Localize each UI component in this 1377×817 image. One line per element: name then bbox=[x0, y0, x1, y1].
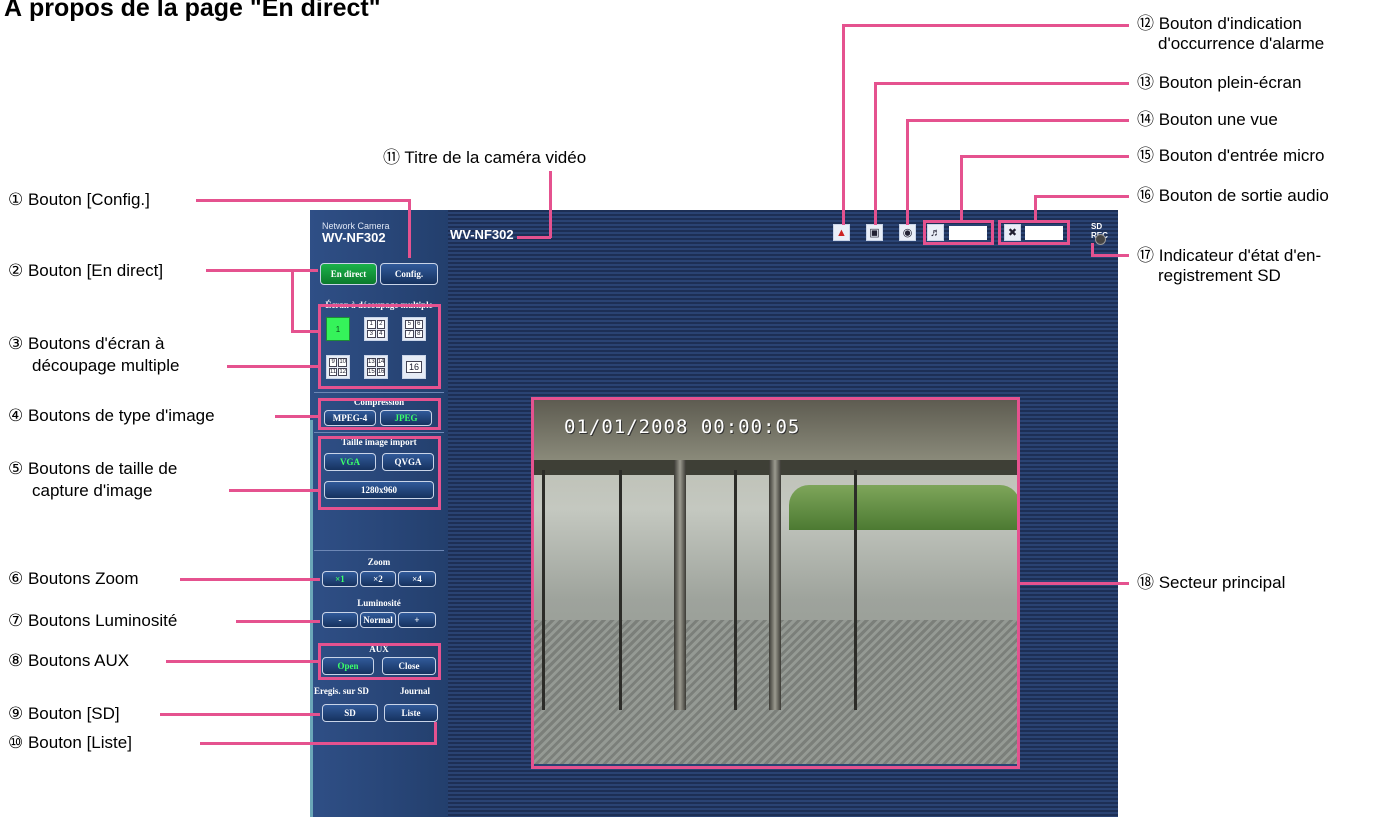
journal-header: Journal bbox=[399, 686, 430, 696]
zoom-header: Zoom bbox=[367, 557, 391, 567]
page-title: À propos de la page "En direct" bbox=[4, 0, 381, 22]
callout-line bbox=[1034, 195, 1129, 198]
callout-line bbox=[206, 269, 318, 272]
alarm-icon[interactable]: ▲ bbox=[833, 224, 850, 241]
callout-mic: ⑮ Bouton d'entrée micro bbox=[1137, 146, 1325, 165]
callout-line bbox=[166, 660, 320, 663]
callout-zoom: ⑥ Boutons Zoom bbox=[8, 569, 139, 588]
callout-line bbox=[160, 713, 320, 716]
zoom-x4-button[interactable]: ×4 bbox=[398, 571, 436, 587]
callout-line bbox=[434, 722, 437, 744]
callout-line bbox=[227, 365, 319, 368]
callout-line bbox=[200, 742, 437, 745]
callout-image-type: ④ Boutons de type d'image bbox=[8, 406, 215, 425]
callout-list: ⑩ Bouton [Liste] bbox=[8, 733, 132, 752]
callout-line bbox=[906, 119, 1129, 122]
callout-line bbox=[1091, 243, 1094, 256]
highlight-main-area bbox=[531, 397, 1020, 769]
brightness-header: Luminosité bbox=[357, 598, 401, 608]
highlight-mic bbox=[923, 220, 994, 245]
callout-config: ① Bouton [Config.] bbox=[8, 190, 150, 209]
callout-sd-status-2: registrement SD bbox=[1158, 266, 1281, 285]
callout-line bbox=[874, 82, 1129, 85]
highlight-audio bbox=[998, 220, 1070, 245]
callout-line bbox=[196, 199, 410, 202]
callout-live: ② Bouton [En direct] bbox=[8, 261, 164, 280]
divider bbox=[314, 392, 444, 393]
highlight-aux bbox=[318, 643, 441, 680]
callout-line bbox=[236, 620, 320, 623]
callout-line bbox=[408, 199, 411, 258]
callout-line bbox=[291, 269, 294, 332]
live-button[interactable]: En direct bbox=[320, 263, 377, 285]
callout-line bbox=[874, 82, 877, 225]
callout-line bbox=[842, 24, 1129, 27]
callout-line bbox=[842, 24, 845, 225]
camera-title: WV-NF302 bbox=[450, 227, 514, 242]
callout-capture-size: ⑤ Boutons de taille de bbox=[8, 459, 178, 478]
callout-line bbox=[906, 119, 909, 225]
divider bbox=[314, 432, 444, 433]
callout-fullscreen: ⑬ Bouton plein-écran bbox=[1137, 73, 1302, 92]
config-button[interactable]: Config. bbox=[380, 263, 438, 285]
callout-audio: ⑯ Bouton de sortie audio bbox=[1137, 186, 1329, 205]
brightness-plus-button[interactable]: + bbox=[398, 612, 436, 628]
callout-multiscreen-2: découpage multiple bbox=[32, 356, 180, 375]
callout-line bbox=[229, 489, 320, 492]
callout-line bbox=[180, 578, 320, 581]
brightness-normal-button[interactable]: Normal bbox=[360, 612, 396, 628]
list-button[interactable]: Liste bbox=[384, 704, 438, 722]
callout-line bbox=[1091, 254, 1129, 257]
callout-capture-size-2: capture d'image bbox=[32, 481, 153, 500]
callout-line bbox=[275, 415, 320, 418]
model-name: WV-NF302 bbox=[322, 230, 386, 245]
callout-sd-status: ⑰ Indicateur d'état d'en- bbox=[1137, 246, 1322, 265]
divider bbox=[314, 550, 444, 551]
callout-line bbox=[1020, 582, 1129, 585]
callout-line bbox=[549, 171, 552, 238]
sidebar-edge bbox=[310, 420, 313, 817]
sd-record-header: Eregis. sur SD bbox=[314, 686, 369, 696]
zoom-x1-button[interactable]: ×1 bbox=[322, 571, 358, 587]
callout-line bbox=[1034, 195, 1037, 221]
highlight-multiscreen bbox=[318, 304, 441, 389]
zoom-x2-button[interactable]: ×2 bbox=[360, 571, 396, 587]
callout-camera-title: ⑪ Titre de la caméra vidéo bbox=[383, 148, 587, 167]
highlight-compression bbox=[318, 398, 441, 430]
sd-button[interactable]: SD bbox=[322, 704, 378, 722]
fullscreen-icon[interactable]: ▣ bbox=[866, 224, 883, 241]
highlight-capture-size bbox=[318, 436, 441, 510]
callout-alarm-2: d'occurrence d'alarme bbox=[1158, 34, 1325, 53]
callout-alarm: ⑫ Bouton d'indication bbox=[1137, 14, 1302, 33]
callout-line bbox=[960, 155, 1129, 158]
camera-snapshot-icon[interactable]: ◉ bbox=[899, 224, 916, 241]
callout-main-area: ⑱ Secteur principal bbox=[1137, 573, 1286, 592]
callout-multiscreen: ③ Boutons d'écran à bbox=[8, 334, 165, 353]
callout-line bbox=[291, 330, 320, 333]
callout-line bbox=[517, 236, 551, 239]
brightness-minus-button[interactable]: - bbox=[322, 612, 358, 628]
callout-aux: ⑧ Boutons AUX bbox=[8, 651, 130, 670]
callout-brightness: ⑦ Boutons Luminosité bbox=[8, 611, 178, 630]
callout-line bbox=[960, 155, 963, 221]
callout-single-view: ⑭ Bouton une vue bbox=[1137, 110, 1278, 129]
callout-sd: ⑨ Bouton [SD] bbox=[8, 704, 120, 723]
sd-rec-indicator-icon bbox=[1095, 234, 1106, 245]
sidebar: Network Camera WV-NF302 En direct Config… bbox=[310, 210, 448, 817]
